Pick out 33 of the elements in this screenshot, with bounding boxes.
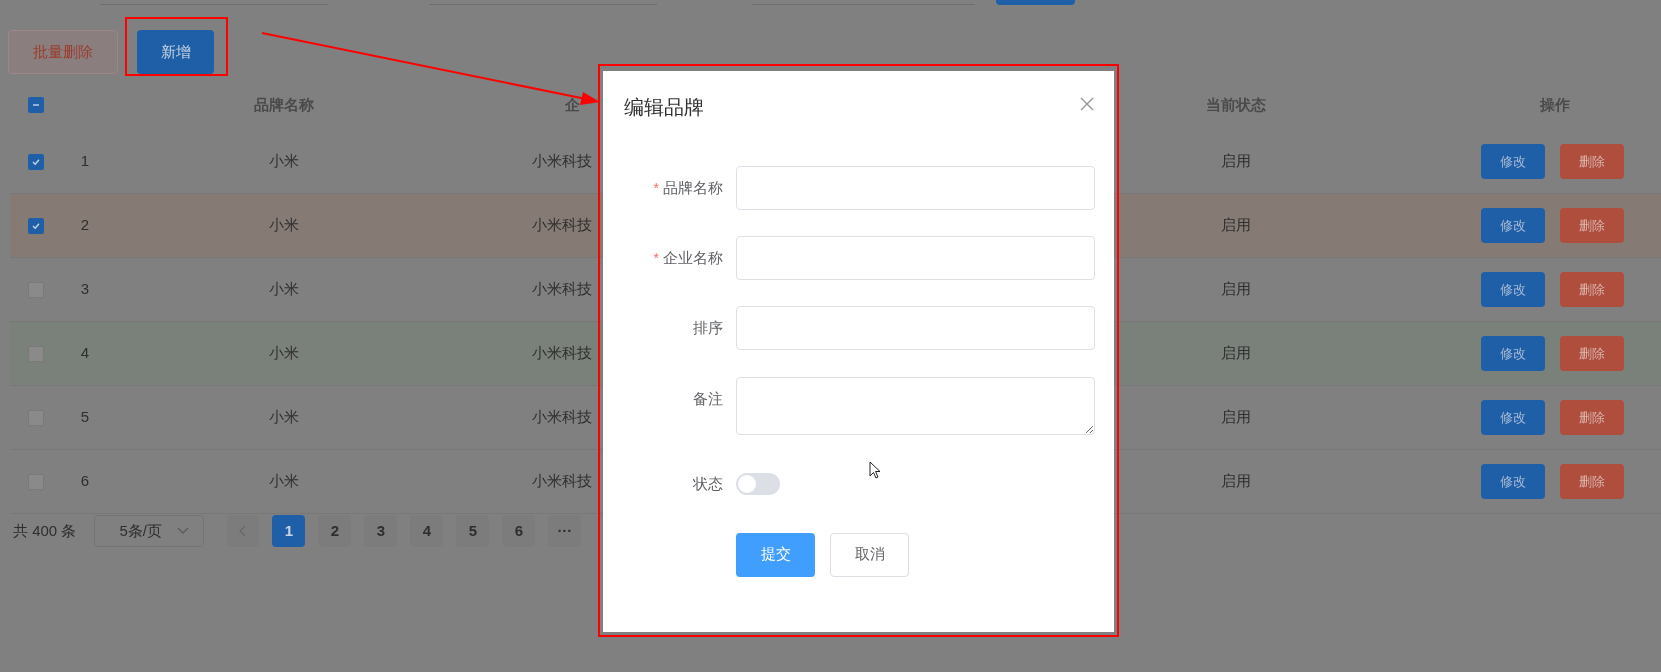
table-cell-text: 小米 bbox=[269, 279, 299, 300]
field-label: 状态 bbox=[693, 474, 723, 494]
table-cell-text: 5 bbox=[80, 407, 90, 428]
table-cell-text: 小米科技 bbox=[532, 343, 592, 364]
table-cell-text: 小米科技 bbox=[532, 407, 592, 428]
table-cell-text: 小米 bbox=[269, 215, 299, 236]
table-cell-text: 小米科技 bbox=[532, 279, 592, 300]
table-cell-text: 启用 bbox=[1221, 151, 1251, 172]
table-cell-text: 小米 bbox=[269, 151, 299, 172]
table-cell-text: 4 bbox=[80, 343, 90, 364]
table-cell-text: 启用 bbox=[1221, 279, 1251, 300]
table-cell-text: 启用 bbox=[1221, 215, 1251, 236]
required-mark: * bbox=[653, 248, 659, 268]
dialog-title: 编辑品牌 bbox=[624, 96, 704, 118]
table-cell-text: 2 bbox=[80, 215, 90, 236]
field-label: 排序 bbox=[693, 317, 723, 338]
table-cell-text: 启用 bbox=[1221, 343, 1251, 364]
field-label: 备注 bbox=[693, 388, 723, 409]
required-mark: * bbox=[653, 178, 659, 198]
table-cell-text: 小米科技 bbox=[532, 151, 592, 172]
table-cell-text: 启用 bbox=[1221, 471, 1251, 492]
table-cell-text: 6 bbox=[80, 471, 90, 492]
table-cell-text: 3 bbox=[80, 279, 90, 300]
table-cell-text: 启用 bbox=[1221, 407, 1251, 428]
table-cell-text: 小米科技 bbox=[532, 215, 592, 236]
total-count: 共 400 条 bbox=[13, 520, 77, 541]
table-cell-text: 小米 bbox=[269, 407, 299, 428]
table-cell-text: 1 bbox=[80, 151, 90, 172]
table-cell-text: 小米 bbox=[269, 471, 299, 492]
table-cell-text: 小米 bbox=[269, 343, 299, 364]
field-label: 企业名称 bbox=[663, 247, 723, 268]
table-cell-text: 小米科技 bbox=[532, 471, 592, 492]
field-label: 品牌名称 bbox=[663, 177, 723, 198]
